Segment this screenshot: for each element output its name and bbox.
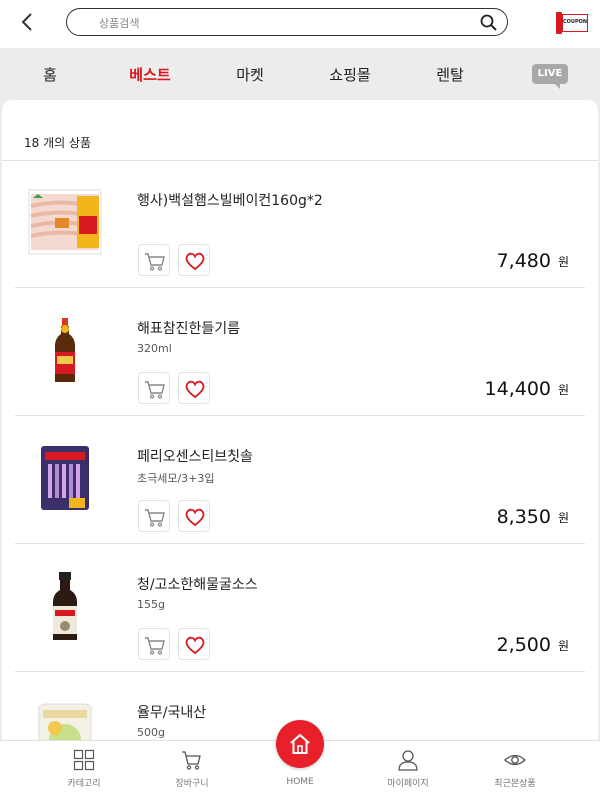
nav-cart-label: 장바구니 (175, 779, 209, 789)
search-box (66, 8, 508, 36)
eye-icon (504, 754, 526, 766)
add-to-cart-button[interactable] (138, 372, 170, 404)
wishlist-button[interactable] (178, 500, 210, 532)
add-to-cart-button[interactable] (138, 628, 170, 660)
wishlist-button[interactable] (178, 244, 210, 276)
product-name[interactable]: 페리오센스티브칫솔 (137, 446, 253, 466)
heart-icon (185, 508, 205, 527)
product-row[interactable]: 페리오센스티브칫솔 초극세모/3+3입 8,350 원 (15, 416, 585, 544)
wishlist-button[interactable] (178, 372, 210, 404)
home-icon (290, 733, 310, 754)
product-name[interactable]: 율무/국내산 (137, 702, 206, 722)
search-icon[interactable] (479, 13, 499, 33)
nav-recent-label: 최근본상품 (494, 779, 536, 789)
heart-icon (185, 380, 205, 399)
product-image-toothbrush[interactable] (25, 444, 105, 514)
product-list-panel: 18 개의 상품 행사)백설햄스빌베이컨160g*2 7,480 원 해표참진한… (2, 100, 598, 800)
top-bar: COUPON (0, 0, 600, 48)
heart-icon (185, 252, 205, 271)
nav-category-label: 카테고리 (67, 779, 101, 789)
add-to-cart-button[interactable] (138, 500, 170, 532)
live-badge-icon[interactable]: LIVE (532, 64, 568, 89)
product-price: 7,480 (496, 250, 551, 272)
product-image-oyster-sauce[interactable] (25, 572, 105, 642)
price-unit: 원 (557, 255, 569, 269)
cart-icon (182, 751, 201, 770)
cart-icon (145, 509, 165, 527)
search-input[interactable] (97, 13, 461, 33)
product-description: 155g (137, 598, 165, 611)
person-icon (398, 750, 418, 771)
product-price: 14,400 (484, 378, 551, 400)
nav-category[interactable]: 카테고리 (34, 741, 134, 801)
product-name[interactable]: 해표참진한들기름 (137, 318, 240, 338)
category-grid-icon (73, 749, 95, 771)
back-arrow-icon[interactable] (16, 10, 40, 34)
price-unit: 원 (557, 639, 569, 653)
cart-icon (145, 637, 165, 655)
nav-cart[interactable]: 장바구니 (142, 741, 242, 801)
tab-home[interactable]: 홈 (43, 56, 57, 94)
product-description: 초극세모/3+3입 (137, 472, 215, 485)
price-unit: 원 (557, 383, 569, 397)
cart-icon (145, 253, 165, 271)
heart-icon (185, 636, 205, 655)
product-name[interactable]: 행사)백설햄스빌베이컨160g*2 (137, 190, 323, 210)
product-description: 500g (137, 726, 165, 739)
home-button[interactable] (276, 720, 324, 768)
product-row[interactable]: 해표참진한들기름 320ml 14,400 원 (15, 288, 585, 416)
add-to-cart-button[interactable] (138, 244, 170, 276)
cart-icon (145, 381, 165, 399)
product-price: 2,500 (496, 634, 551, 656)
coupon-icon[interactable]: COUPON (556, 10, 590, 36)
coupon-label: COUPON (562, 14, 588, 32)
product-image-bacon[interactable] (25, 188, 105, 258)
product-name[interactable]: 청/고소한해물굴소스 (137, 574, 258, 594)
price-unit: 원 (557, 511, 569, 525)
category-tabs: 홈 베스트 마켓 쇼핑몰 렌탈 LIVE (0, 56, 600, 94)
product-image-perilla-oil[interactable] (25, 316, 105, 386)
nav-mypage-label: 마이페이지 (387, 779, 429, 789)
tab-market[interactable]: 마켓 (236, 56, 264, 94)
tab-rental[interactable]: 렌탈 (436, 56, 464, 94)
nav-mypage[interactable]: 마이페이지 (358, 741, 458, 801)
product-count: 18 개의 상품 (24, 136, 92, 150)
home-label: HOME (286, 777, 314, 787)
product-price: 8,350 (496, 506, 551, 528)
product-row[interactable]: 청/고소한해물굴소스 155g 2,500 원 (15, 544, 585, 672)
nav-recent-viewed[interactable]: 최근본상품 (465, 741, 565, 801)
tab-shopping-mall[interactable]: 쇼핑몰 (329, 56, 370, 94)
product-description: 320ml (137, 342, 172, 355)
tab-best[interactable]: 베스트 (129, 56, 170, 94)
product-row[interactable]: 행사)백설햄스빌베이컨160g*2 7,480 원 (15, 160, 585, 288)
wishlist-button[interactable] (178, 628, 210, 660)
